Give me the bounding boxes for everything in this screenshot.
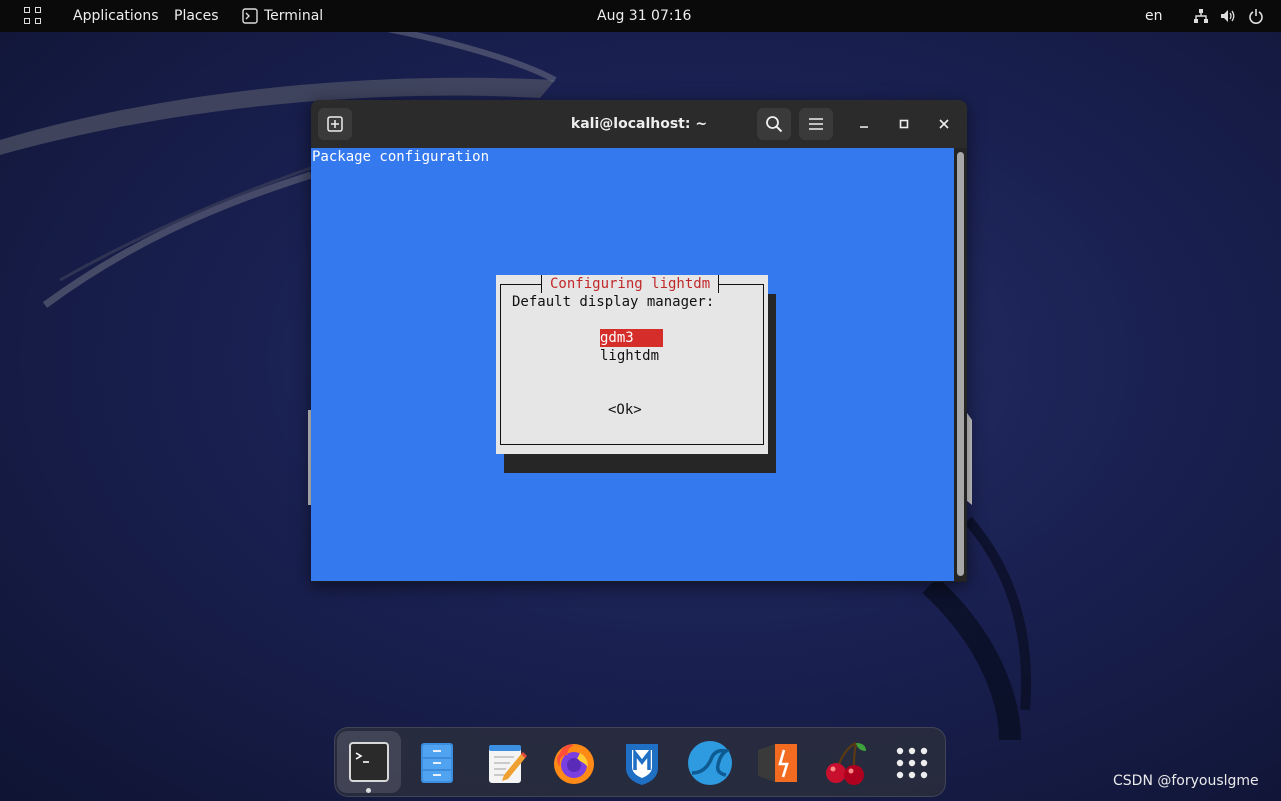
terminal-icon bbox=[349, 742, 389, 782]
top-panel: Applications Places Terminal Aug 31 07:1… bbox=[0, 0, 1281, 32]
terminal-icon bbox=[242, 8, 258, 24]
package-configuration-header: Package configuration bbox=[312, 149, 490, 165]
new-tab-button[interactable] bbox=[318, 108, 352, 140]
burpsuite-icon bbox=[758, 744, 797, 782]
dock bbox=[334, 727, 946, 797]
dialog-title: Configuring lightdm bbox=[541, 275, 720, 293]
firefox-icon bbox=[554, 744, 594, 784]
terminal-app-menu[interactable]: Terminal bbox=[242, 0, 323, 32]
new-tab-icon bbox=[327, 116, 343, 132]
metasploit-icon bbox=[626, 744, 658, 785]
terminal-app-label: Terminal bbox=[264, 8, 324, 24]
dock-metasploit[interactable] bbox=[616, 738, 668, 788]
dock-cherrytree[interactable] bbox=[820, 738, 872, 788]
network-icon[interactable] bbox=[1193, 8, 1209, 24]
scrollbar-thumb[interactable] bbox=[957, 152, 964, 576]
volume-icon[interactable] bbox=[1220, 8, 1236, 24]
running-indicator bbox=[366, 788, 371, 793]
configure-dialog: Configuring lightdm Default display mana… bbox=[496, 275, 768, 454]
close-icon bbox=[939, 119, 949, 129]
watermark: CSDN @foryouslgme bbox=[1113, 773, 1259, 789]
file-manager-icon bbox=[421, 743, 453, 783]
cherry-icon bbox=[826, 742, 866, 785]
ok-button[interactable]: <Ok> bbox=[608, 401, 642, 419]
dock-files[interactable] bbox=[411, 738, 463, 788]
grid-icon[interactable] bbox=[24, 7, 42, 25]
maximize-button[interactable] bbox=[892, 112, 916, 136]
keyboard-language[interactable]: en bbox=[1145, 0, 1163, 32]
wireshark-icon bbox=[688, 741, 732, 785]
minimize-button[interactable] bbox=[852, 112, 876, 136]
hamburger-menu-icon bbox=[809, 118, 823, 130]
search-button[interactable] bbox=[757, 108, 791, 140]
menu-button[interactable] bbox=[799, 108, 833, 140]
terminal-content[interactable]: Package configuration Configuring lightd… bbox=[311, 148, 954, 581]
dock-firefox[interactable] bbox=[548, 738, 600, 788]
dock-terminal[interactable] bbox=[337, 731, 401, 793]
terminal-window: kali@localhost: ~ Package configuration bbox=[311, 100, 967, 582]
window-header[interactable]: kali@localhost: ~ bbox=[311, 100, 967, 148]
clock[interactable]: Aug 31 07:16 bbox=[597, 0, 691, 32]
close-button[interactable] bbox=[932, 112, 956, 136]
scrollbar[interactable] bbox=[954, 148, 967, 581]
dock-wireshark[interactable] bbox=[684, 738, 736, 788]
dock-burpsuite[interactable] bbox=[752, 738, 804, 788]
dialog-label: Default display manager: bbox=[512, 294, 715, 310]
app-grid-icon bbox=[896, 747, 928, 779]
dock-show-apps[interactable] bbox=[886, 738, 938, 788]
text-editor-icon bbox=[489, 745, 528, 783]
option-lightdm[interactable]: lightdm bbox=[600, 347, 659, 365]
search-icon bbox=[766, 116, 783, 133]
dock-text-editor[interactable] bbox=[480, 738, 532, 788]
applications-menu[interactable]: Applications bbox=[73, 0, 159, 32]
places-menu[interactable]: Places bbox=[174, 0, 219, 32]
minimize-icon bbox=[860, 126, 868, 128]
maximize-icon bbox=[899, 119, 909, 129]
option-gdm3[interactable]: gdm3 bbox=[600, 329, 663, 347]
power-icon[interactable] bbox=[1248, 8, 1264, 24]
